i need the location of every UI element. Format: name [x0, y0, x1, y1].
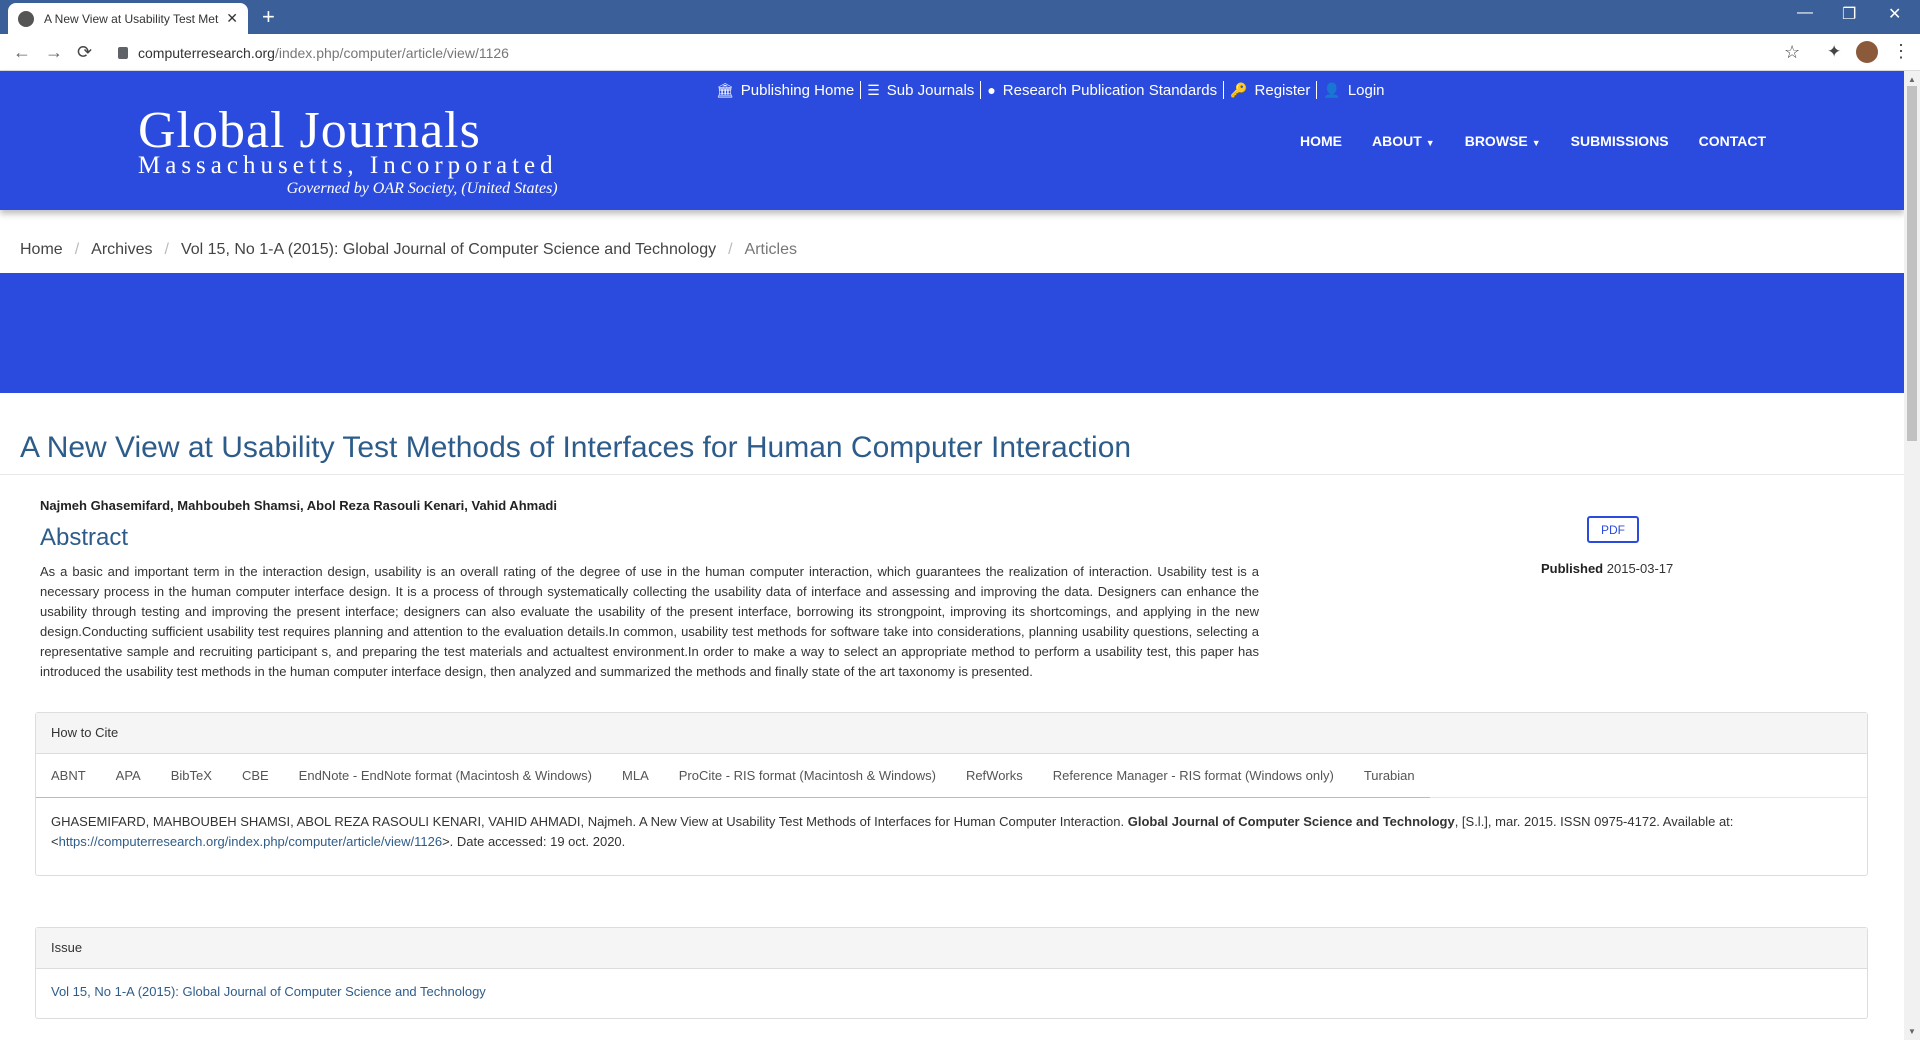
scrollbar[interactable]: ▲ ▼: [1904, 71, 1920, 1040]
published-date: Published 2015-03-17: [1541, 561, 1674, 576]
user-icon: 👤: [1323, 81, 1341, 98]
register-link[interactable]: 🔑 Register: [1224, 82, 1316, 99]
new-tab-button[interactable]: +: [262, 6, 275, 28]
breadcrumb-separator: /: [164, 241, 169, 258]
tab-abnt[interactable]: ABNT: [36, 754, 101, 798]
forward-icon[interactable]: →: [45, 42, 63, 63]
extensions-icon[interactable]: ✦: [1827, 42, 1841, 62]
key-icon: 🔑: [1230, 81, 1248, 98]
window-close-icon[interactable]: ✕: [1888, 4, 1901, 24]
nav-browse[interactable]: BROWSE ▼: [1465, 133, 1541, 149]
tab-procite[interactable]: ProCite - RIS format (Macintosh & Window…: [663, 754, 951, 798]
login-link[interactable]: 👤 Login: [1317, 82, 1390, 99]
breadcrumb-home[interactable]: Home: [20, 241, 63, 259]
abstract-text: As a basic and important term in the int…: [40, 564, 1259, 679]
publishing-home-link[interactable]: 🏛 Publishing Home: [710, 82, 860, 99]
tab-mla[interactable]: MLA: [607, 754, 664, 798]
abstract-heading: Abstract: [40, 524, 129, 551]
article-authors: Najmeh Ghasemifard, Mahboubeh Shamsi, Ab…: [40, 498, 557, 513]
breadcrumb: Home / Archives / Vol 15, No 1-A (2015):…: [20, 241, 797, 259]
tab-turabian[interactable]: Turabian: [1348, 754, 1430, 798]
globe-icon: ●: [987, 82, 996, 98]
tab-reference-manager[interactable]: Reference Manager - RIS format (Windows …: [1037, 754, 1349, 798]
nav-submissions[interactable]: SUBMISSIONS: [1571, 133, 1669, 149]
tab-refworks[interactable]: RefWorks: [950, 754, 1038, 798]
panel-heading: How to Cite: [36, 713, 1867, 754]
divider: [0, 474, 1904, 475]
tab-apa[interactable]: APA: [100, 754, 156, 798]
tab-endnote[interactable]: EndNote - EndNote format (Macintosh & Wi…: [283, 754, 608, 798]
browser-tab-bar: A New View at Usability Test Met ✕ + — ❐…: [0, 0, 1920, 34]
issue-link[interactable]: Vol 15, No 1-A (2015): Global Journal of…: [36, 969, 1867, 1014]
site-logo[interactable]: Global Journals Massachusetts, Incorpora…: [138, 102, 558, 200]
citation-link[interactable]: https://computerresearch.org/index.php/c…: [59, 834, 442, 849]
breadcrumb-current: Articles: [744, 241, 797, 258]
nav-contact[interactable]: CONTACT: [1699, 133, 1766, 149]
address-bar: ← → ⟳ computerresearch.org/index.php/com…: [0, 34, 1920, 71]
standards-link[interactable]: ● Research Publication Standards: [981, 82, 1223, 99]
breadcrumb-separator: /: [728, 241, 733, 258]
nav-about[interactable]: ABOUT ▼: [1372, 133, 1435, 149]
minimize-icon[interactable]: —: [1797, 4, 1813, 22]
scroll-up-icon[interactable]: ▲: [1908, 75, 1916, 84]
citation-text: GHASEMIFARD, MAHBOUBEH SHAMSI, ABOL REZA…: [51, 814, 1734, 849]
tab-bibtex[interactable]: BibTeX: [155, 754, 227, 798]
globe-icon: [18, 10, 34, 27]
caret-down-icon: ▼: [1531, 138, 1541, 148]
back-icon[interactable]: ←: [13, 42, 31, 63]
logo-title: Global Journals: [138, 102, 481, 159]
restore-icon[interactable]: ❐: [1842, 4, 1856, 24]
pdf-button[interactable]: PDF: [1587, 516, 1639, 543]
scroll-down-icon[interactable]: ▼: [1908, 1027, 1916, 1036]
tab-title: A New View at Usability Test Met: [44, 11, 219, 26]
url-path: /index.php/computer/article/view/1126: [274, 44, 509, 61]
logo-subtitle: Massachusetts, Incorporated: [138, 152, 558, 179]
list-icon: ☰: [867, 81, 880, 98]
issue-panel: Issue Vol 15, No 1-A (2015): Global Jour…: [35, 927, 1868, 1019]
profile-avatar[interactable]: [1856, 41, 1878, 63]
breadcrumb-issue[interactable]: Vol 15, No 1-A (2015): Global Journal of…: [181, 241, 716, 259]
url-host: computerresearch.org: [138, 44, 275, 61]
browser-menu-icon[interactable]: ⋮: [1892, 41, 1910, 62]
breadcrumb-separator: /: [74, 241, 80, 258]
lock-icon: [118, 46, 128, 59]
main-nav: HOME ABOUT ▼ BROWSE ▼ SUBMISSIONS CONTACT: [1285, 133, 1781, 149]
browser-tab[interactable]: A New View at Usability Test Met ✕: [8, 3, 248, 34]
nav-home[interactable]: HOME: [1300, 133, 1342, 149]
article-title: A New View at Usability Test Methods of …: [20, 431, 1132, 464]
site-header: Global Journals Massachusetts, Incorpora…: [0, 71, 1904, 210]
logo-tagline: Governed by OAR Society, (United States): [286, 180, 558, 197]
citation-format-tabs: ABNT APA BibTeX CBE EndNote - EndNote fo…: [36, 754, 1867, 798]
url-input[interactable]: computerresearch.org/index.php/computer/…: [108, 39, 1804, 66]
top-links: 🏛 Publishing Home ☰ Sub Journals ● Research…: [710, 81, 1391, 99]
reload-icon[interactable]: ⟳: [77, 42, 92, 63]
breadcrumb-archives[interactable]: Archives: [91, 241, 152, 259]
tab-close-icon[interactable]: ✕: [226, 10, 238, 27]
tab-cbe[interactable]: CBE: [226, 754, 284, 798]
bookmark-star-icon[interactable]: ☆: [1784, 42, 1800, 63]
panel-heading: Issue: [36, 928, 1867, 969]
caret-down-icon: ▼: [1425, 138, 1435, 148]
how-to-cite-panel: How to Cite ABNT APA BibTeX CBE EndNote …: [35, 712, 1868, 876]
scroll-thumb[interactable]: [1907, 86, 1917, 441]
sub-journals-link[interactable]: ☰ Sub Journals: [861, 82, 980, 99]
banner: [0, 273, 1904, 393]
institution-icon: 🏛: [716, 81, 734, 98]
